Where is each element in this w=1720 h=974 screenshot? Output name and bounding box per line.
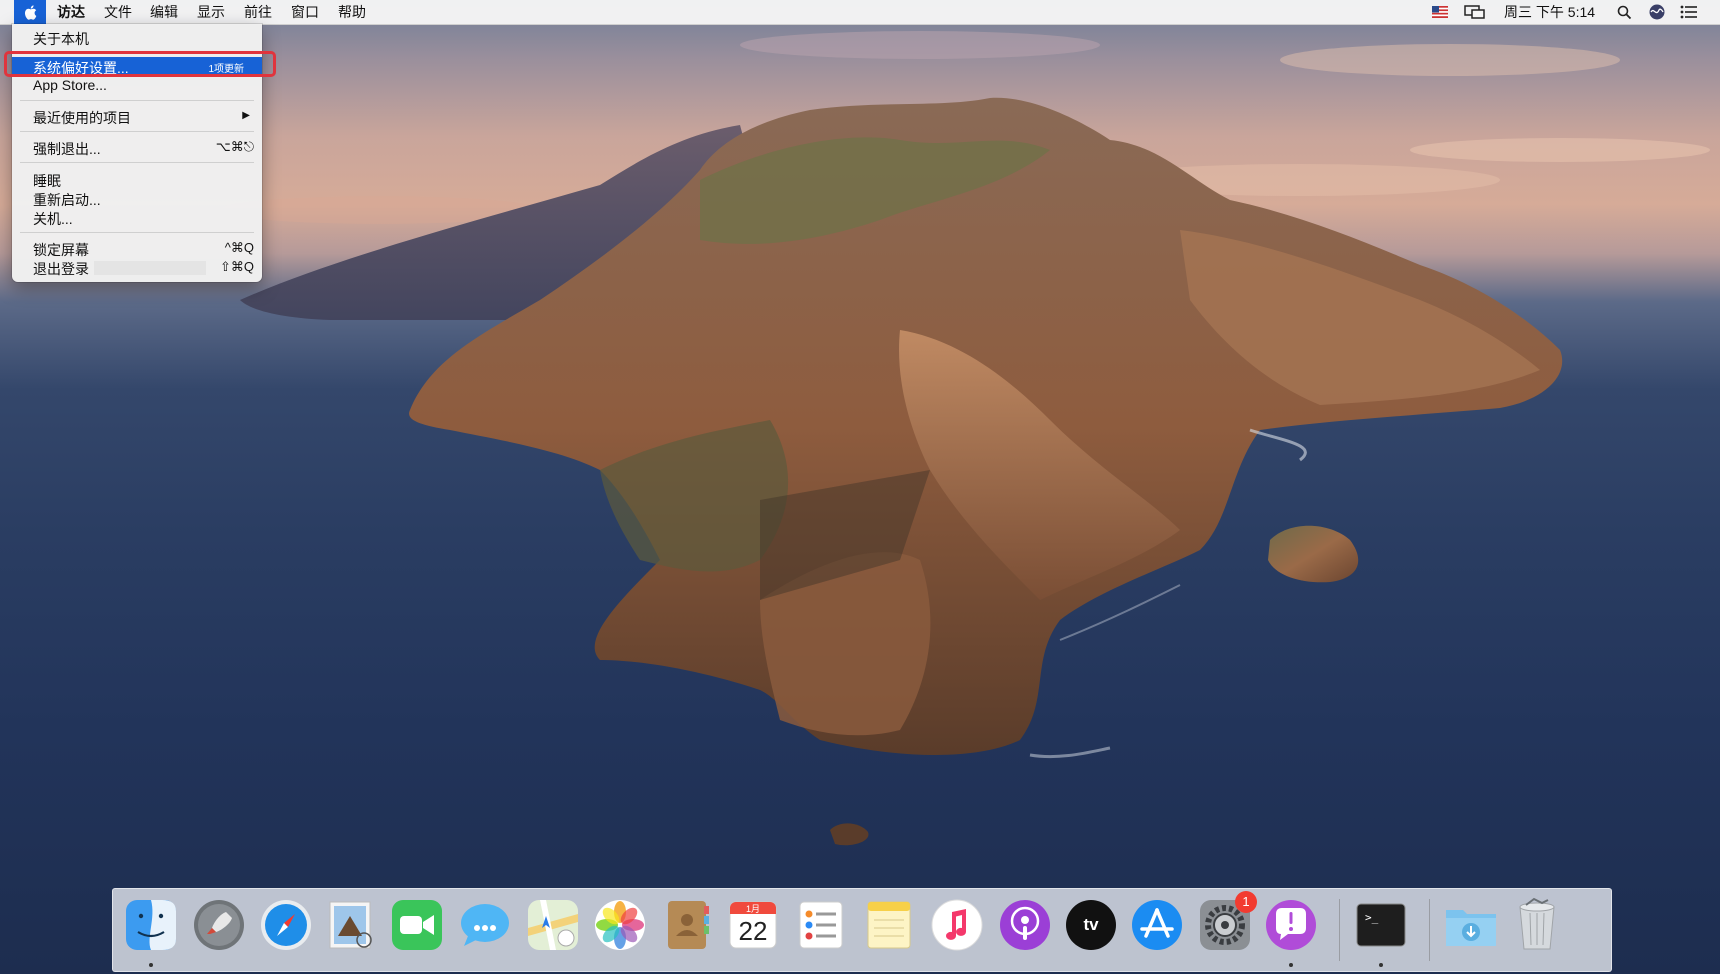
menu-edit[interactable]: 编辑 bbox=[150, 4, 178, 20]
calendar-day: 22 bbox=[738, 916, 768, 946]
menu-separator bbox=[20, 100, 254, 101]
menu-window[interactable]: 窗口 bbox=[291, 4, 319, 20]
music-note-icon bbox=[931, 899, 983, 951]
menu-item-recent-items[interactable]: 最近使用的项目 ▶ bbox=[12, 107, 262, 126]
reminders-list-icon bbox=[799, 901, 843, 949]
menu-item-sleep[interactable]: 睡眠 bbox=[12, 170, 262, 189]
dock-terminal[interactable]: >_ bbox=[1353, 897, 1409, 953]
maps-icon bbox=[528, 900, 578, 950]
dock-music[interactable] bbox=[929, 897, 985, 953]
menu-separator bbox=[20, 162, 254, 163]
dock-apple-tv[interactable]: tv bbox=[1063, 897, 1119, 953]
dock-mail[interactable] bbox=[323, 897, 379, 953]
menu-item-about-this-mac[interactable]: 关于本机 bbox=[12, 28, 262, 47]
dock-photos[interactable] bbox=[592, 897, 648, 953]
shut-down-label: 关机... bbox=[33, 211, 73, 227]
dock-reminders[interactable] bbox=[793, 897, 849, 953]
menu-item-force-quit[interactable]: 强制退出... ⌥⌘⎋ bbox=[12, 138, 262, 157]
running-indicator bbox=[149, 963, 153, 967]
notification-center-icon[interactable] bbox=[1680, 5, 1698, 22]
tv-label: tv bbox=[1083, 915, 1099, 934]
menu-separator bbox=[20, 131, 254, 132]
screen-mirroring-icon[interactable] bbox=[1464, 5, 1486, 22]
clock[interactable]: 周三 下午 5:14 bbox=[1504, 4, 1595, 20]
dock-facetime[interactable] bbox=[389, 897, 445, 953]
terminal-icon bbox=[1356, 903, 1406, 947]
dock: 1月 22 tv 1 >_ bbox=[112, 888, 1612, 972]
menu-finder[interactable]: 访达 bbox=[57, 4, 85, 20]
menu-item-app-store[interactable]: App Store... bbox=[12, 76, 262, 95]
dock-feedback-assistant[interactable] bbox=[1263, 897, 1319, 953]
dock-finder[interactable] bbox=[123, 897, 179, 953]
downloads-folder-icon bbox=[1446, 910, 1496, 946]
feedback-assistant-icon bbox=[1266, 900, 1316, 950]
contacts-book-icon bbox=[668, 901, 709, 949]
menu-help[interactable]: 帮助 bbox=[338, 4, 366, 20]
menu-file[interactable]: 文件 bbox=[104, 4, 132, 20]
about-label: 关于本机 bbox=[33, 31, 89, 47]
recent-items-label: 最近使用的项目 bbox=[33, 110, 131, 126]
us-flag-icon[interactable] bbox=[1432, 5, 1448, 21]
log-out-shortcut: ⇧⌘Q bbox=[219, 259, 254, 274]
mail-eagle-stamp-icon bbox=[329, 901, 372, 949]
menu-item-shut-down[interactable]: 关机... bbox=[12, 208, 262, 227]
facetime-camera-icon bbox=[392, 900, 442, 950]
redacted-username bbox=[94, 261, 206, 275]
log-out-label: 退出登录 bbox=[33, 261, 89, 277]
dock-notes[interactable] bbox=[861, 897, 917, 953]
dock-podcasts[interactable] bbox=[997, 897, 1053, 953]
apple-menu-button[interactable] bbox=[14, 0, 46, 24]
messages-bubble-icon bbox=[461, 904, 509, 946]
trash-can-icon bbox=[1519, 897, 1555, 950]
menu-view[interactable]: 显示 bbox=[197, 4, 225, 20]
dock-launchpad[interactable] bbox=[191, 897, 247, 953]
siri-icon[interactable] bbox=[1649, 4, 1665, 23]
calendar-month: 1月 bbox=[745, 904, 760, 914]
sleep-label: 睡眠 bbox=[33, 173, 61, 189]
dock-contacts[interactable] bbox=[659, 897, 715, 953]
app-store-label: App Store... bbox=[33, 77, 107, 93]
dock-maps[interactable] bbox=[525, 897, 581, 953]
dock-messages[interactable] bbox=[457, 897, 513, 953]
dock-trash[interactable] bbox=[1509, 897, 1565, 953]
spotlight-search-icon[interactable] bbox=[1617, 5, 1632, 23]
menu-bar: 访达 文件 编辑 显示 前往 窗口 帮助 周三 下午 5:14 bbox=[0, 0, 1720, 25]
force-quit-shortcut: ⌥⌘⎋ bbox=[215, 139, 254, 154]
dock-separator bbox=[1429, 899, 1430, 961]
dock-app-store[interactable] bbox=[1129, 897, 1185, 953]
running-indicator bbox=[1379, 963, 1383, 967]
menu-separator bbox=[20, 232, 254, 233]
app-store-icon bbox=[1132, 900, 1182, 950]
menu-go[interactable]: 前往 bbox=[244, 4, 272, 20]
dock-system-preferences[interactable]: 1 bbox=[1197, 891, 1257, 953]
force-quit-label: 强制退出... bbox=[33, 141, 101, 157]
menu-item-restart[interactable]: 重新启动... bbox=[12, 189, 262, 208]
podcasts-icon bbox=[1000, 900, 1050, 950]
dock-separator bbox=[1339, 899, 1340, 961]
photos-flower-icon bbox=[595, 900, 645, 950]
annotation-highlight-box bbox=[4, 51, 276, 77]
apple-logo-icon bbox=[24, 4, 37, 20]
menu-item-lock-screen[interactable]: 锁定屏幕 ^⌘Q bbox=[12, 239, 262, 258]
restart-label: 重新启动... bbox=[33, 192, 101, 208]
dock-safari[interactable] bbox=[258, 897, 314, 953]
notification-badge: 1 bbox=[1235, 891, 1257, 913]
dock-calendar[interactable]: 1月 22 bbox=[725, 897, 781, 953]
lock-screen-shortcut: ^⌘Q bbox=[224, 240, 254, 255]
lock-screen-label: 锁定屏幕 bbox=[33, 242, 89, 258]
terminal-prompt: >_ bbox=[1365, 911, 1379, 924]
launchpad-rocket-icon bbox=[194, 900, 244, 950]
submenu-arrow-icon: ▶ bbox=[242, 110, 250, 121]
finder-icon bbox=[126, 900, 176, 950]
running-indicator bbox=[1289, 963, 1293, 967]
notes-pad-icon bbox=[867, 901, 911, 949]
safari-compass-icon bbox=[261, 900, 311, 950]
dock-downloads-folder[interactable] bbox=[1443, 897, 1499, 953]
